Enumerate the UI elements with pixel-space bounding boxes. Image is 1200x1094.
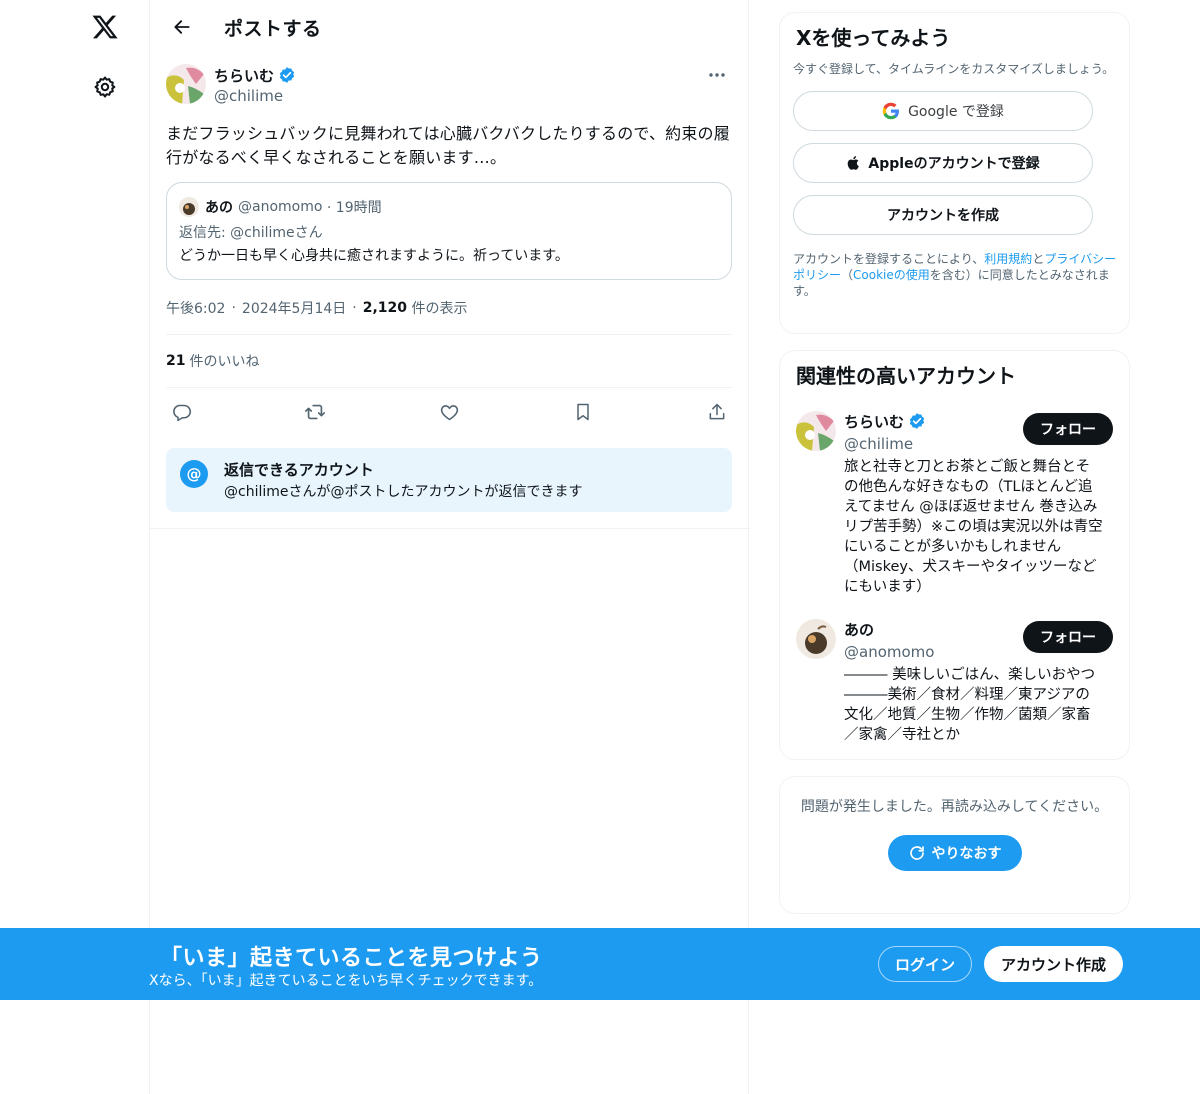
bookmark-icon[interactable] — [572, 401, 594, 423]
error-message: 問題が発生しました。再読み込みしてください。 — [800, 799, 1109, 815]
retry-button[interactable]: やりなおす — [887, 835, 1022, 871]
legal-and: と — [1032, 252, 1045, 266]
quote-body: どうか一日も早く心身共に癒されますように。祈っています。 — [179, 248, 569, 264]
google-signup-label: Google で登録 — [908, 104, 1004, 120]
related-account-name[interactable]: ちらいむ — [844, 411, 904, 432]
legal-prefix: アカウントを登録することにより、 — [793, 252, 985, 266]
verified-icon — [908, 412, 926, 430]
signup-card: Xを使ってみよう 今すぐ登録して、タイムラインをカスタマイズしましょう。 Goo… — [779, 12, 1130, 334]
quote-avatar — [179, 197, 199, 217]
apple-signup-button[interactable]: Appleのアカウントで登録 — [793, 143, 1093, 183]
cookie-link[interactable]: Cookieの使用 — [853, 268, 930, 282]
bottom-bar-subtitle: Xなら、「いま」起きていることをいち早くチェックできます。 — [149, 973, 543, 989]
author-name[interactable]: ちらいむ — [214, 65, 274, 86]
quoted-tweet[interactable]: あの @anomomo · 19時間 返信先: @chilimeさん どうか一日… — [166, 182, 732, 280]
views-count: 2,120 — [362, 300, 408, 316]
at-icon: @ — [180, 460, 208, 488]
x-logo-icon[interactable] — [88, 10, 122, 44]
related-accounts-card: 関連性の高いアカウント ちらいむ @chilime 旅と社寺と刀とお茶とご飯と舞… — [779, 350, 1130, 760]
related-account[interactable]: あの @anomomo ――― 美味しいごはん、楽しいおやつ―――美術／食材／料… — [796, 619, 1113, 745]
bottom-signup-bar: 「いま」起きていることを見つけよう Xなら、「いま」起きていることをいち早くチェ… — [0, 928, 1200, 1000]
more-icon[interactable] — [702, 64, 732, 86]
likes-count: 21 — [166, 353, 186, 369]
page-header: ポストする — [150, 0, 748, 54]
signup-title: Xを使ってみよう — [796, 26, 951, 50]
quote-time: · 19時間 — [326, 200, 382, 216]
reply-settings-title: 返信できるアカウント — [224, 461, 374, 479]
retweet-icon[interactable] — [304, 401, 326, 423]
follow-button[interactable]: フォロー — [1023, 413, 1113, 445]
follow-button[interactable]: フォロー — [1023, 621, 1113, 653]
divider — [150, 528, 750, 529]
create-account-label: アカウントを作成 — [887, 208, 999, 224]
google-signup-button[interactable]: Google で登録 — [793, 91, 1093, 131]
legal-open: （ — [841, 268, 854, 282]
right-sidebar: Xを使ってみよう 今すぐ登録して、タイムラインをカスタマイズしましょう。 Goo… — [779, 0, 1130, 914]
login-button[interactable]: ログイン — [878, 946, 972, 982]
quote-author-handle: @anomomo — [238, 199, 323, 215]
bottom-bar-title: 「いま」起きていることを見つけよう — [160, 946, 543, 971]
avatar[interactable] — [796, 411, 836, 451]
related-account-bio: ――― 美味しいごはん、楽しいおやつ―――美術／食材／料理／東アジアの文化／地質… — [844, 667, 1096, 743]
create-account-bottom-button[interactable]: アカウント作成 — [984, 946, 1123, 982]
quote-author-name: あの — [205, 200, 233, 216]
signup-subtitle: 今すぐ登録して、タイムラインをカスタマイズしましょう。 — [793, 62, 1115, 76]
author-handle[interactable]: @chilime — [214, 86, 296, 106]
apple-icon — [846, 154, 862, 172]
likes-row[interactable]: 21 件のいいね — [166, 335, 732, 387]
share-icon[interactable] — [706, 401, 728, 423]
verified-icon — [278, 66, 296, 84]
avatar[interactable] — [166, 64, 206, 104]
apple-signup-label: Appleのアカウントで登録 — [868, 156, 1040, 172]
retry-label: やりなおす — [931, 846, 1002, 862]
avatar[interactable] — [796, 619, 836, 659]
tweet-time[interactable]: 午後6:02 — [166, 298, 225, 318]
tweet-author: ちらいむ @chilime — [166, 64, 732, 106]
reply-settings-subtitle: @chilimeさんが@ポストしたアカウントが返信できます — [224, 484, 583, 500]
reply-settings: @ 返信できるアカウント @chilimeさんが@ポストしたアカウントが返信でき… — [166, 448, 732, 512]
reply-icon[interactable] — [170, 401, 192, 423]
related-account-name[interactable]: あの — [844, 619, 874, 640]
error-card: 問題が発生しました。再読み込みしてください。 やりなおす — [779, 776, 1130, 914]
tweet-actions — [166, 388, 732, 436]
page-title: ポストする — [224, 17, 322, 40]
create-account-button[interactable]: アカウントを作成 — [793, 195, 1093, 235]
refresh-icon — [909, 846, 924, 860]
quote-reply-to: 返信先: @chilimeさん — [179, 225, 323, 241]
related-title: 関連性の高いアカウント — [796, 364, 1016, 388]
tweet: ちらいむ @chilime まだフラッシュバックに見舞われては心臓バクバクしたり… — [150, 54, 750, 529]
back-arrow-icon[interactable] — [162, 7, 202, 47]
terms-link[interactable]: 利用規約 — [984, 252, 1032, 266]
like-icon[interactable] — [438, 401, 460, 423]
tweet-date[interactable]: 2024年5月14日 — [242, 298, 346, 318]
likes-label: 件のいいね — [189, 354, 260, 370]
gear-icon[interactable] — [90, 72, 120, 102]
related-account-bio: 旅と社寺と刀とお茶とご飯と舞台とその他色んな好きなもの（TLほとんど追えてません… — [844, 459, 1103, 595]
tweet-text: まだフラッシュバックに見舞われては心臓バクバクしたりするので、約束の履行がなるべ… — [166, 124, 730, 167]
legal-text: アカウントを登録することにより、利用規約とプライバシーポリシー（Cookieの使… — [793, 251, 1118, 299]
google-icon — [882, 102, 900, 120]
views-label: 件の表示 — [411, 301, 468, 317]
related-account[interactable]: ちらいむ @chilime 旅と社寺と刀とお茶とご飯と舞台とその他色んな好きなも… — [796, 411, 1113, 597]
tweet-meta: 午後6:02 · 2024年5月14日 · 2,120 件の表示 — [166, 298, 468, 318]
